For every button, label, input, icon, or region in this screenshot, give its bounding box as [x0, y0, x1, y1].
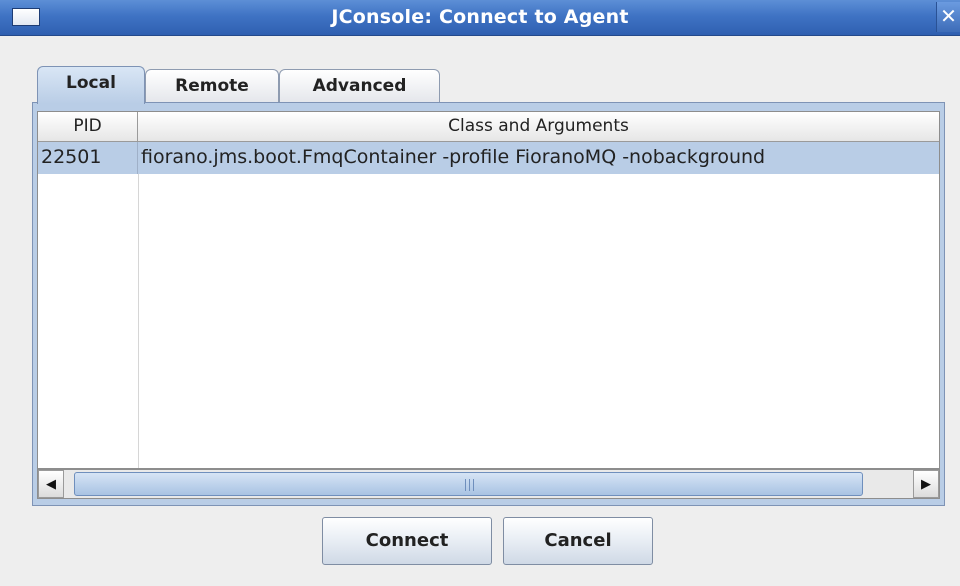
process-table: PID Class and Arguments 22501 fiorano.jm… — [37, 111, 940, 469]
table-header: PID Class and Arguments — [38, 112, 939, 142]
column-header-pid[interactable]: PID — [38, 112, 138, 142]
grip-icon — [465, 479, 474, 491]
scroll-left-arrow-icon[interactable]: ◀ — [38, 470, 64, 498]
connect-button[interactable]: Connect — [322, 517, 492, 565]
close-button[interactable]: ✕ — [936, 2, 960, 32]
column-divider — [138, 174, 139, 468]
window-title: JConsole: Connect to Agent — [331, 6, 629, 28]
column-header-class-and-arguments[interactable]: Class and Arguments — [138, 112, 939, 142]
title-bar: JConsole: Connect to Agent ✕ — [0, 0, 960, 36]
local-tab-panel: PID Class and Arguments 22501 fiorano.jm… — [32, 102, 945, 506]
pid-cell[interactable]: 22501 — [38, 142, 138, 174]
tab-remote[interactable]: Remote — [145, 69, 279, 103]
table-row[interactable]: 22501 fiorano.jms.boot.FmqContainer -pro… — [38, 142, 939, 174]
scrollbar-thumb[interactable] — [74, 472, 863, 496]
horizontal-scrollbar[interactable]: ◀ ▶ — [37, 469, 940, 499]
tab-advanced[interactable]: Advanced — [279, 69, 440, 103]
scroll-right-arrow-icon[interactable]: ▶ — [913, 470, 939, 498]
tab-local[interactable]: Local — [37, 66, 145, 104]
class-and-arguments-cell[interactable]: fiorano.jms.boot.FmqContainer -profile F… — [138, 142, 939, 174]
cancel-button[interactable]: Cancel — [503, 517, 653, 565]
